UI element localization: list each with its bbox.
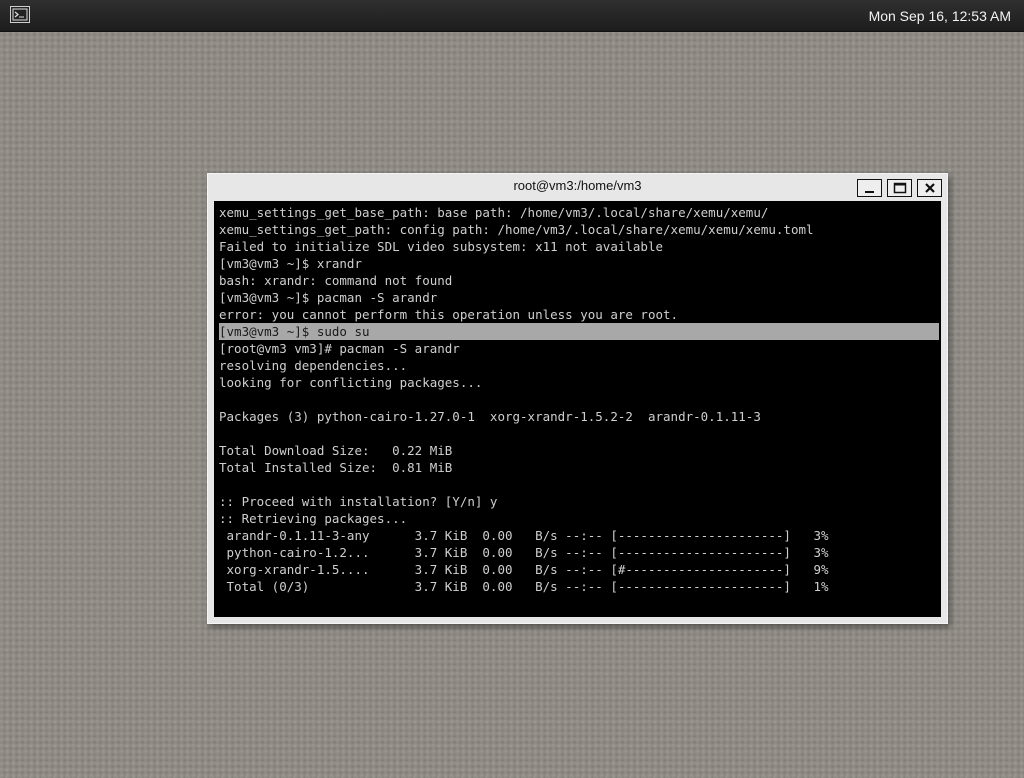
terminal-line-selected: [vm3@vm3 ~]$ sudo su — [219, 323, 939, 340]
terminal-line: [vm3@vm3 ~]$ xrandr — [219, 256, 362, 271]
terminal-line: xemu_settings_get_base_path: base path: … — [219, 205, 769, 220]
terminal-line: resolving dependencies... — [219, 358, 408, 373]
terminal-window: root@vm3:/home/vm3 xemu_settings_get_bas… — [207, 173, 948, 624]
close-button[interactable] — [917, 179, 942, 197]
terminal-line: [root@vm3 vm3]# pacman -S arandr — [219, 341, 460, 356]
terminal-line: :: Retrieving packages... — [219, 511, 408, 526]
terminal-line: Total Download Size: 0.22 MiB — [219, 443, 453, 458]
terminal-line: error: you cannot perform this operation… — [219, 307, 679, 322]
window-title: root@vm3:/home/vm3 — [513, 178, 642, 193]
terminal-line: xemu_settings_get_path: config path: /ho… — [219, 222, 814, 237]
terminal-line: python-cairo-1.2... 3.7 KiB 0.00 B/s --:… — [219, 545, 829, 560]
terminal-line: Total (0/3) 3.7 KiB 0.00 B/s --:-- [----… — [219, 579, 829, 594]
clock[interactable]: Mon Sep 16, 12:53 AM — [869, 8, 1011, 24]
terminal-line: Failed to initialize SDL video subsystem… — [219, 239, 664, 254]
terminal-output[interactable]: xemu_settings_get_base_path: base path: … — [214, 201, 941, 617]
minimize-button[interactable] — [857, 179, 882, 197]
terminal-line: looking for conflicting packages... — [219, 375, 483, 390]
minimize-icon — [865, 191, 874, 193]
window-titlebar[interactable]: root@vm3:/home/vm3 — [208, 174, 947, 200]
maximize-icon — [893, 182, 907, 194]
terminal-line: bash: xrandr: command not found — [219, 273, 453, 288]
maximize-button[interactable] — [887, 179, 912, 197]
terminal-line: Total Installed Size: 0.81 MiB — [219, 460, 453, 475]
window-list-icon[interactable] — [10, 6, 30, 23]
terminal-line: [vm3@vm3 ~]$ pacman -S arandr — [219, 290, 438, 305]
terminal-line: xorg-xrandr-1.5.... 3.7 KiB 0.00 B/s --:… — [219, 562, 829, 577]
terminal-line: :: Proceed with installation? [Y/n] y — [219, 494, 498, 509]
terminal-lines: xemu_settings_get_base_path: base path: … — [219, 204, 939, 595]
top-panel: Mon Sep 16, 12:53 AM — [0, 0, 1024, 32]
terminal-line: arandr-0.1.11-3-any 3.7 KiB 0.00 B/s --:… — [219, 528, 829, 543]
close-icon — [925, 183, 935, 193]
terminal-line: Packages (3) python-cairo-1.27.0-1 xorg-… — [219, 409, 761, 424]
